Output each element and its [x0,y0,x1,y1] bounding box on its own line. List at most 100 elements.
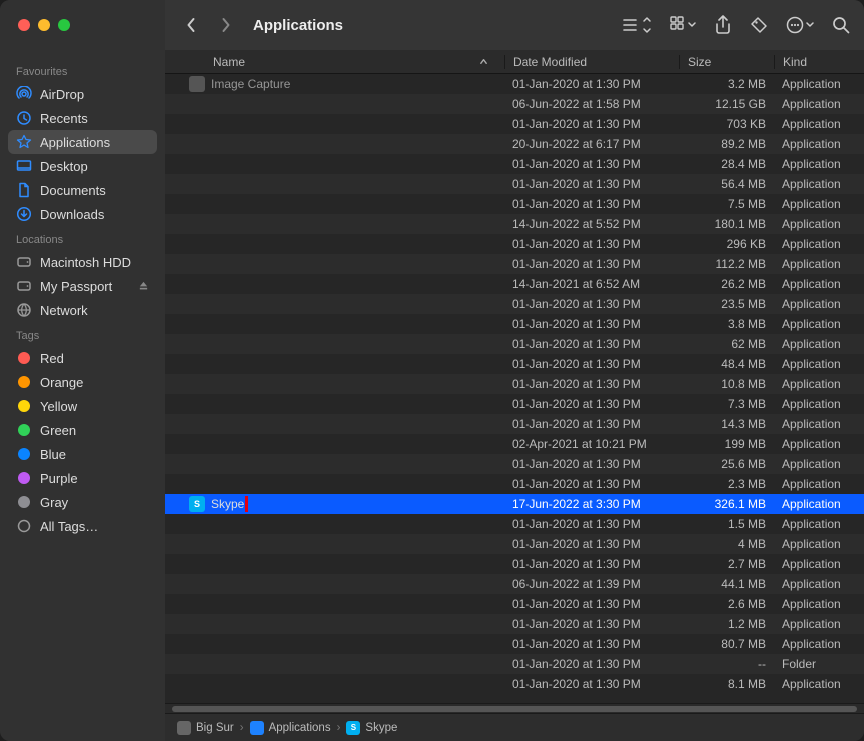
sidebar-item-label: Applications [40,135,110,150]
forward-button[interactable] [213,13,237,37]
sidebar-item-blue[interactable]: Blue [8,442,157,466]
sidebar-item-macintosh-hdd[interactable]: Macintosh HDD [8,250,157,274]
horizontal-scrollbar[interactable] [165,703,864,713]
file-row[interactable]: 01-Jan-2020 at 1:30 PM1.2 MBApplication [165,614,864,634]
file-row[interactable]: 01-Jan-2020 at 1:30 PM25.6 MBApplication [165,454,864,474]
file-row[interactable]: 01-Jan-2020 at 1:30 PM7.3 MBApplication [165,394,864,414]
path-label: Big Sur [196,722,234,734]
file-row[interactable]: 01-Jan-2020 at 1:30 PM2.3 MBApplication [165,474,864,494]
sidebar-item-network[interactable]: Network [8,298,157,322]
group-by-button[interactable] [670,16,696,34]
file-kind: Application [774,617,864,631]
file-row[interactable]: 01-Jan-2020 at 1:30 PM80.7 MBApplication [165,634,864,654]
file-row[interactable]: 01-Jan-2020 at 1:30 PM1.5 MBApplication [165,514,864,534]
sidebar-item-recents[interactable]: Recents [8,106,157,130]
file-list[interactable]: Image Capture01-Jan-2020 at 1:30 PM3.2 M… [165,74,864,703]
sidebar-item-downloads[interactable]: Downloads [8,202,157,226]
file-size: 4 MB [679,537,774,551]
sidebar-item-label: Green [40,423,76,438]
desktop-icon [16,158,32,174]
sidebar-item-my-passport[interactable]: My Passport [8,274,157,298]
tag-icon [16,422,32,438]
column-header-date[interactable]: Date Modified [504,55,679,69]
column-header-kind[interactable]: Kind [774,55,864,69]
file-row[interactable]: 01-Jan-2020 at 1:30 PM--Folder [165,654,864,674]
sidebar-item-gray[interactable]: Gray [8,490,157,514]
file-row[interactable]: 01-Jan-2020 at 1:30 PM4 MBApplication [165,534,864,554]
file-row[interactable]: 01-Jan-2020 at 1:30 PM48.4 MBApplication [165,354,864,374]
file-row[interactable]: 01-Jan-2020 at 1:30 PM7.5 MBApplication [165,194,864,214]
file-size: 25.6 MB [679,457,774,471]
path-segment[interactable]: Applications [250,721,331,735]
sidebar-item-red[interactable]: Red [8,346,157,370]
file-row[interactable]: 01-Jan-2020 at 1:30 PM3.8 MBApplication [165,314,864,334]
path-segment[interactable]: SSkype [346,721,397,735]
column-header-name[interactable]: Name [165,55,504,69]
sidebar-item-all-tags-[interactable]: All Tags… [8,514,157,538]
file-row[interactable]: 01-Jan-2020 at 1:30 PM703 KBApplication [165,114,864,134]
search-button[interactable] [832,16,850,34]
file-row[interactable]: 02-Apr-2021 at 10:21 PM199 MBApplication [165,434,864,454]
file-kind: Application [774,537,864,551]
file-date: 17-Jun-2022 at 3:30 PM [504,497,679,511]
zoom-window-button[interactable] [58,19,70,31]
file-kind: Application [774,317,864,331]
file-row[interactable]: 01-Jan-2020 at 1:30 PM10.8 MBApplication [165,374,864,394]
sidebar-item-purple[interactable]: Purple [8,466,157,490]
file-row[interactable]: 01-Jan-2020 at 1:30 PM62 MBApplication [165,334,864,354]
file-kind: Application [774,677,864,691]
file-date: 01-Jan-2020 at 1:30 PM [504,77,679,91]
file-row[interactable]: 01-Jan-2020 at 1:30 PM2.7 MBApplication [165,554,864,574]
file-kind: Application [774,457,864,471]
skype-icon: S [189,496,205,512]
file-date: 01-Jan-2020 at 1:30 PM [504,397,679,411]
minimize-window-button[interactable] [38,19,50,31]
share-button[interactable] [714,15,732,35]
file-row[interactable]: 01-Jan-2020 at 1:30 PM28.4 MBApplication [165,154,864,174]
file-kind: Application [774,577,864,591]
column-header-size[interactable]: Size [679,55,774,69]
file-row[interactable]: 01-Jan-2020 at 1:30 PM2.6 MBApplication [165,594,864,614]
file-row[interactable]: 01-Jan-2020 at 1:30 PM23.5 MBApplication [165,294,864,314]
disk-icon [16,278,32,294]
sidebar-item-documents[interactable]: Documents [8,178,157,202]
action-menu-button[interactable] [786,16,814,34]
file-row[interactable]: 01-Jan-2020 at 1:30 PM56.4 MBApplication [165,174,864,194]
tag-icon [16,374,32,390]
chevron-right-icon [220,17,231,33]
file-row[interactable]: 06-Jun-2022 at 1:58 PM12.15 GBApplicatio… [165,94,864,114]
chevron-right-icon: › [337,722,341,734]
file-date: 06-Jun-2022 at 1:58 PM [504,97,679,111]
scrollbar-thumb[interactable] [172,706,857,712]
file-row[interactable]: 20-Jun-2022 at 6:17 PM89.2 MBApplication [165,134,864,154]
tags-button[interactable] [750,16,768,34]
file-date: 01-Jan-2020 at 1:30 PM [504,117,679,131]
file-row[interactable]: 14-Jun-2022 at 5:52 PM180.1 MBApplicatio… [165,214,864,234]
file-row[interactable]: 01-Jan-2020 at 1:30 PM296 KBApplication [165,234,864,254]
file-date: 01-Jan-2020 at 1:30 PM [504,297,679,311]
file-row[interactable]: 01-Jan-2020 at 1:30 PM8.1 MBApplication [165,674,864,694]
sidebar-item-desktop[interactable]: Desktop [8,154,157,178]
sidebar-item-applications[interactable]: Applications [8,130,157,154]
eject-icon[interactable] [138,279,149,294]
view-options-button[interactable] [622,16,652,34]
file-row[interactable]: SSkype17-Jun-2022 at 3:30 PM326.1 MBAppl… [165,494,864,514]
close-window-button[interactable] [18,19,30,31]
file-date: 06-Jun-2022 at 1:39 PM [504,577,679,591]
file-date: 01-Jan-2020 at 1:30 PM [504,617,679,631]
path-segment[interactable]: Big Sur [177,721,234,735]
file-size: 14.3 MB [679,417,774,431]
file-row[interactable]: Image Capture01-Jan-2020 at 1:30 PM3.2 M… [165,74,864,94]
sidebar-item-airdrop[interactable]: AirDrop [8,82,157,106]
file-kind: Application [774,177,864,191]
sidebar-item-green[interactable]: Green [8,418,157,442]
sidebar-item-yellow[interactable]: Yellow [8,394,157,418]
file-row[interactable]: 06-Jun-2022 at 1:39 PM44.1 MBApplication [165,574,864,594]
sidebar-item-orange[interactable]: Orange [8,370,157,394]
file-row[interactable]: 01-Jan-2020 at 1:30 PM112.2 MBApplicatio… [165,254,864,274]
file-row[interactable]: 14-Jan-2021 at 6:52 AM26.2 MBApplication [165,274,864,294]
file-size: -- [679,657,774,671]
file-row[interactable]: 01-Jan-2020 at 1:30 PM14.3 MBApplication [165,414,864,434]
back-button[interactable] [179,13,203,37]
file-size: 44.1 MB [679,577,774,591]
